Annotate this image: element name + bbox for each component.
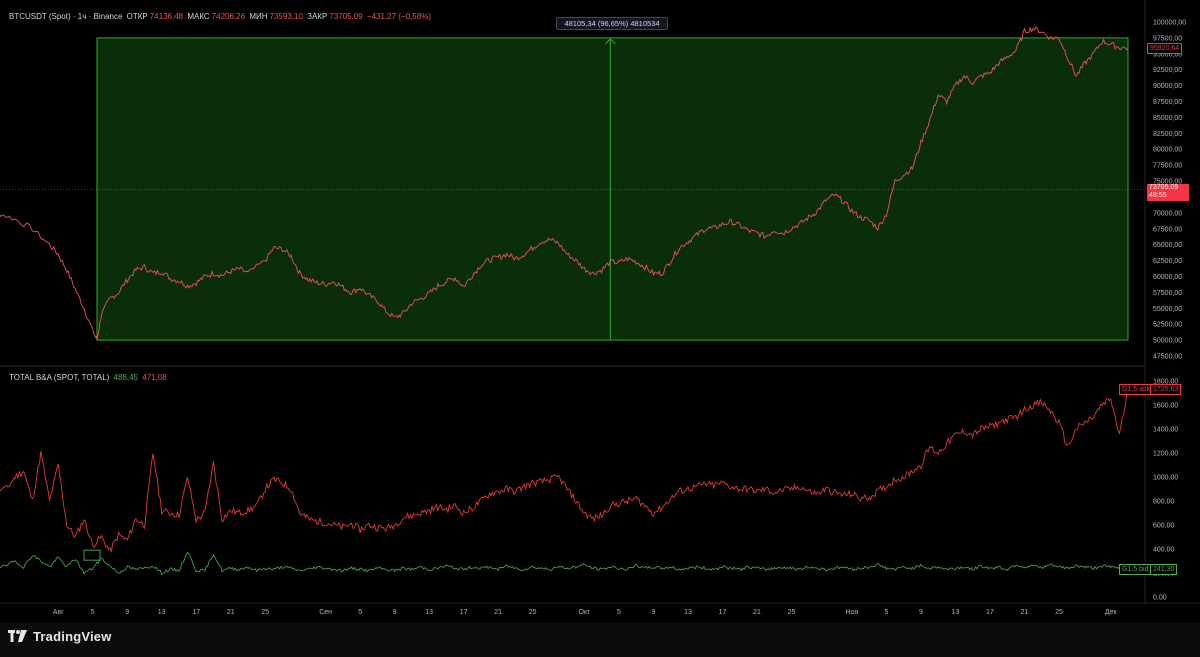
time-tick-label: 9	[652, 609, 656, 616]
time-tick-label: 9	[919, 609, 923, 616]
price-tick-label: 65000,00	[1153, 242, 1182, 249]
time-tick-label: 21	[1021, 609, 1029, 616]
time-tick-label: 17	[719, 609, 727, 616]
bid-value-tag: 241,30	[1150, 564, 1178, 575]
indicator-tick-label: 1000,00	[1153, 475, 1178, 482]
close-label: ЗАКР	[307, 12, 328, 21]
price-tick-label: 87500,00	[1153, 99, 1182, 106]
symbol-name[interactable]: BTCUSDT (Spot) · 1ч · Binance	[9, 12, 122, 21]
price-tick-label: 47500,00	[1153, 354, 1182, 361]
indicator-tick-label: 0,00	[1153, 595, 1167, 602]
price-tick-label: 92500,00	[1153, 67, 1182, 74]
low-label: МИН	[249, 12, 268, 21]
footer-bar: TradingView	[0, 622, 1200, 657]
time-tick-label: Окт	[579, 609, 592, 616]
indicator-value-green: 488,45	[113, 373, 139, 382]
close-value: 73705,09	[329, 12, 363, 21]
price-tick-label: 70000,00	[1153, 210, 1182, 217]
high-price-tag: 95920,64	[1147, 43, 1183, 54]
time-tick-label: 5	[91, 609, 95, 616]
high-label: МАКС	[187, 12, 210, 21]
change-value: −431,27 (−0,58%)	[366, 12, 431, 21]
price-tick-label: 50000,00	[1153, 338, 1182, 345]
price-tick-label: 52500,00	[1153, 322, 1182, 329]
indicator-legend: TOTAL B&A (SPOT, TOTAL) 488,45 471,08	[9, 373, 169, 382]
indicator-value-red: 471,08	[142, 373, 167, 382]
high-value: 74206,26	[211, 12, 246, 21]
time-tick-label: Сен	[319, 609, 332, 616]
tradingview-logo-text: TradingView	[33, 629, 112, 644]
time-tick-label: 9	[125, 609, 129, 616]
measure-label: 48105,34 (96,65%) 4810534	[556, 17, 668, 30]
time-tick-label: 17	[192, 609, 200, 616]
price-tick-label: 57500,00	[1153, 290, 1182, 297]
time-tick-label: Дек	[1105, 609, 1118, 616]
price-tick-label: 90000,00	[1153, 83, 1182, 90]
price-tick-label: 60000,00	[1153, 274, 1182, 281]
price-tick-label: 82500,00	[1153, 131, 1182, 138]
time-tick-label: 25	[261, 609, 269, 616]
price-tick-label: 62500,00	[1153, 258, 1182, 265]
current-bar-countdown: 48:55	[1149, 192, 1167, 199]
price-tick-label: 100000,00	[1153, 20, 1186, 27]
time-tick-label: 13	[952, 609, 960, 616]
ask-name-tag: G1.5 ask	[1119, 384, 1154, 395]
time-tick-label: 17	[460, 609, 468, 616]
symbol-legend: BTCUSDT (Spot) · 1ч · Binance ОТКР 74136,…	[9, 12, 433, 21]
current-price-tag: 73705,09 48:55	[1147, 184, 1189, 201]
time-tick-label: 5	[617, 609, 621, 616]
indicator-tick-label: 600,00	[1153, 523, 1175, 530]
time-tick-label: 21	[753, 609, 761, 616]
open-value: 74136,48	[149, 12, 184, 21]
tradingview-logo[interactable]: TradingView	[8, 629, 112, 644]
indicator-tick-label: 400,00	[1153, 547, 1175, 554]
indicator-tick-label: 1400,00	[1153, 427, 1178, 434]
time-tick-label: 17	[986, 609, 994, 616]
time-tick-label: 21	[227, 609, 235, 616]
time-tick-label: 13	[158, 609, 166, 616]
current-price-value: 73705,09	[1149, 184, 1179, 191]
price-tick-label: 55000,00	[1153, 306, 1182, 313]
time-tick-label: Ноя	[846, 609, 859, 616]
time-tick-label: 5	[884, 609, 888, 616]
price-tick-label: 77500,00	[1153, 163, 1182, 170]
time-tick-label: 25	[529, 609, 537, 616]
time-tick-label: 9	[393, 609, 397, 616]
time-tick-label: 25	[788, 609, 796, 616]
price-tick-label: 80000,00	[1153, 147, 1182, 154]
price-tick-label: 97500,00	[1153, 35, 1182, 42]
indicator-tick-label: 1600,00	[1153, 403, 1178, 410]
bid-name-tag: G1.5 bid	[1119, 564, 1152, 575]
time-tick-label: 25	[1055, 609, 1063, 616]
time-tick-label: 21	[494, 609, 502, 616]
time-tick-label: 13	[684, 609, 692, 616]
indicator-title[interactable]: TOTAL B&A (SPOT, TOTAL)	[9, 373, 109, 382]
time-tick-label: 5	[358, 609, 362, 616]
price-tick-label: 67500,00	[1153, 226, 1182, 233]
indicator-tick-label: 800,00	[1153, 499, 1175, 506]
open-label: ОТКР	[126, 12, 148, 21]
low-value: 73593,10	[269, 12, 303, 21]
tradingview-logo-icon	[8, 630, 27, 642]
indicator-tick-label: 1200,00	[1153, 451, 1178, 458]
time-tick-label: Авг	[53, 609, 64, 616]
time-tick-label: 13	[425, 609, 433, 616]
chart-canvas[interactable]: 100000,0097500,0095000,0092500,0090000,0…	[0, 0, 1200, 622]
ask-value-tag: 1725,63	[1150, 384, 1182, 395]
price-tick-label: 85000,00	[1153, 115, 1182, 122]
